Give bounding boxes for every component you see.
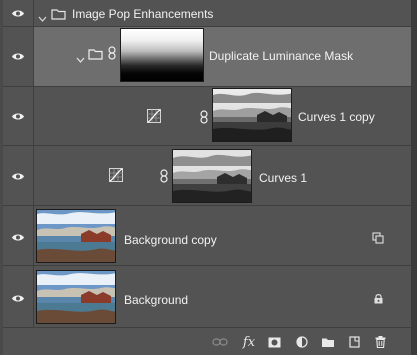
folder-icon [51, 7, 66, 25]
smart-object-icon [372, 231, 384, 249]
visibility-column [3, 0, 34, 26]
link-icon[interactable] [200, 110, 208, 129]
layer-row-background[interactable]: Background [3, 266, 411, 328]
link-icon[interactable] [108, 46, 116, 65]
chevron-down-icon[interactable] [38, 9, 47, 27]
visibility-column [3, 87, 34, 145]
layer-mask-thumbnail[interactable] [212, 88, 292, 142]
fx-button[interactable]: fx [239, 334, 259, 350]
new-group-icon[interactable] [321, 335, 335, 349]
visibility-column [3, 27, 34, 86]
layer-thumbnail[interactable] [36, 209, 116, 263]
link-layers-icon[interactable] [212, 335, 228, 349]
visibility-column [3, 206, 34, 265]
trash-icon[interactable] [374, 335, 386, 349]
layer-row-mask-group[interactable]: Duplicate Luminance Mask [3, 27, 411, 87]
panel-right-edge [411, 0, 417, 355]
layer-mask-thumbnail[interactable] [172, 149, 252, 203]
mask-thumbnail[interactable] [120, 28, 204, 82]
layer-row-curves[interactable]: Curves 1 [3, 146, 411, 206]
layers-panel: Image Pop Enhancements Duplicate Luminan… [0, 0, 417, 355]
layer-name[interactable]: Curves 1 copy [298, 110, 375, 124]
layer-name[interactable]: Duplicate Luminance Mask [209, 49, 353, 63]
layer-row-curves-copy[interactable]: Curves 1 copy [3, 87, 411, 146]
link-icon[interactable] [160, 169, 168, 188]
layer-row-background-copy[interactable]: Background copy [3, 206, 411, 266]
layer-name[interactable]: Background [124, 293, 188, 307]
visibility-column [3, 146, 34, 205]
eye-icon[interactable] [11, 9, 25, 18]
layer-name[interactable]: Background copy [124, 233, 217, 247]
new-layer-icon[interactable] [348, 335, 360, 349]
eye-icon[interactable] [11, 52, 25, 61]
eye-icon[interactable] [11, 233, 25, 242]
layers-footer-toolbar: fx [3, 330, 411, 355]
layer-row-group[interactable]: Image Pop Enhancements [3, 0, 411, 27]
add-mask-icon[interactable] [267, 335, 281, 349]
eye-icon[interactable] [11, 294, 25, 303]
lock-icon[interactable] [374, 291, 383, 309]
curves-icon[interactable] [109, 168, 123, 187]
visibility-column [3, 266, 34, 327]
folder-icon [88, 47, 103, 65]
adjustment-layer-icon[interactable] [295, 335, 309, 349]
fx-label: fx [242, 334, 256, 350]
layer-name[interactable]: Image Pop Enhancements [72, 7, 213, 21]
layer-name[interactable]: Curves 1 [259, 171, 307, 185]
layer-thumbnail[interactable] [36, 270, 116, 324]
eye-icon[interactable] [11, 112, 25, 121]
chevron-down-icon[interactable] [76, 50, 85, 68]
curves-icon[interactable] [147, 109, 161, 128]
eye-icon[interactable] [11, 172, 25, 181]
